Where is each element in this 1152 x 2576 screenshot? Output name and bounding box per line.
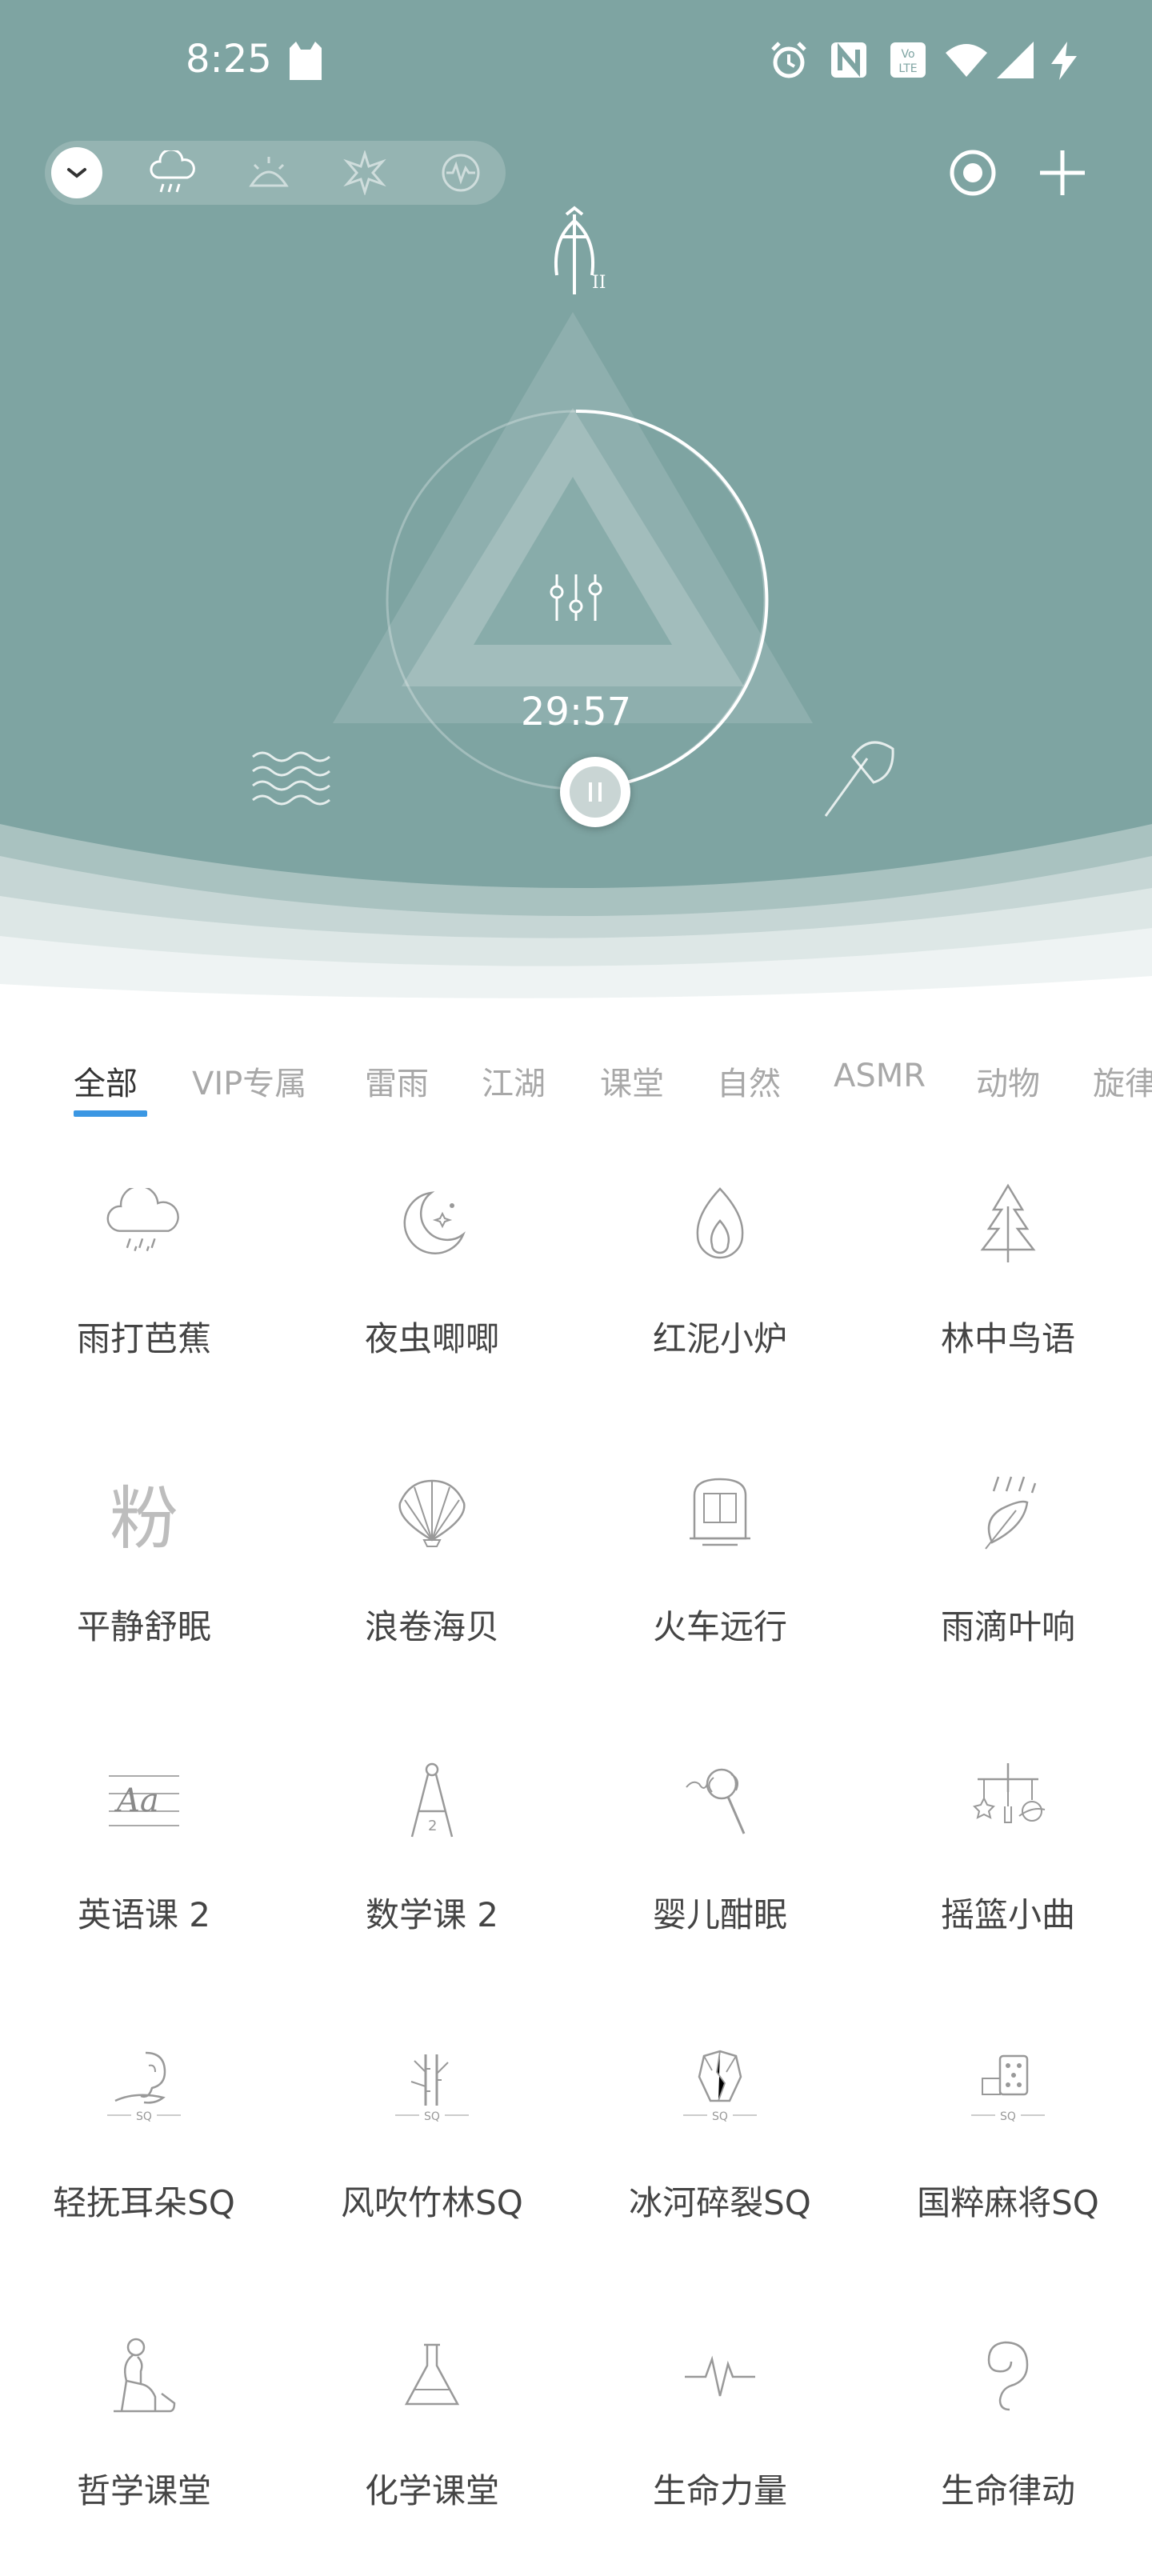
svg-text:Aa: Aa xyxy=(114,1782,159,1819)
sound-label: 风吹竹林SQ xyxy=(341,2183,523,2222)
fen-character-icon: 粉 xyxy=(110,1478,178,1559)
sound-label: 婴儿酣眠 xyxy=(652,1895,787,1934)
tab-classroom[interactable]: 课堂 xyxy=(600,1058,664,1104)
pause-icon xyxy=(570,766,621,818)
svg-text:SQ: SQ xyxy=(424,2110,440,2123)
sound-item[interactable]: 浪卷海贝 xyxy=(288,1424,576,1712)
tab-nature[interactable]: 自然 xyxy=(717,1058,781,1104)
rain-leaf-icon xyxy=(968,1472,1048,1552)
sound-item[interactable]: 雨打芭蕉 xyxy=(0,1136,288,1424)
pine-tree-icon xyxy=(968,1183,1048,1264)
sound-item[interactable]: 雨滴叶响 xyxy=(864,1424,1152,1712)
tab-vip[interactable]: VIP专属 xyxy=(192,1058,306,1104)
sound-item[interactable]: 林中鸟语 xyxy=(864,1136,1152,1424)
sound-item[interactable]: 化学课堂 xyxy=(288,2288,576,2576)
waves-icon xyxy=(252,751,330,806)
moon-stars-icon xyxy=(392,1184,472,1264)
embryo-icon xyxy=(968,2336,1048,2416)
sound-item[interactable]: 2 数学课 2 xyxy=(288,1712,576,2000)
svg-text:SQ: SQ xyxy=(1000,2110,1016,2123)
active-tab-indicator xyxy=(74,1110,147,1117)
sword-emblem-icon: II xyxy=(554,206,606,294)
svg-text:II: II xyxy=(592,273,606,293)
ear-hand-icon: SQ xyxy=(104,2048,184,2128)
sound-item[interactable]: 摇篮小曲 xyxy=(864,1712,1152,2000)
tab-all[interactable]: 全部 xyxy=(74,1058,138,1104)
flask-icon xyxy=(392,2336,472,2416)
mobile-toy-icon xyxy=(968,1760,1048,1840)
sound-label: 摇篮小曲 xyxy=(940,1895,1075,1934)
sound-item[interactable]: 火车远行 xyxy=(576,1424,864,1712)
tab-animals[interactable]: 动物 xyxy=(976,1058,1040,1104)
tab-asmr[interactable]: ASMR xyxy=(834,1058,926,1094)
sound-label: 哲学课堂 xyxy=(76,2471,211,2510)
sound-label: 平静舒眠 xyxy=(76,1607,211,1646)
remaining-time: 29:57 xyxy=(520,690,632,734)
player-visual: II xyxy=(0,206,1152,1024)
sound-label: 夜虫唧唧 xyxy=(364,1319,499,1358)
svg-text:2: 2 xyxy=(428,1818,437,1834)
sound-item[interactable]: 粉 平静舒眠 xyxy=(0,1424,288,1712)
pause-button[interactable] xyxy=(560,757,630,827)
svg-text:SQ: SQ xyxy=(712,2110,728,2123)
rattle-icon xyxy=(680,1760,760,1840)
mahjong-icon: SQ xyxy=(968,2048,1048,2128)
sound-label: 化学课堂 xyxy=(364,2471,499,2510)
sound-item[interactable]: 生命律动 xyxy=(864,2288,1152,2576)
compass-icon: 2 xyxy=(392,1760,472,1840)
flame-icon xyxy=(680,1184,760,1264)
sound-item[interactable]: 生命力量 xyxy=(576,2288,864,2576)
sound-label: 浪卷海贝 xyxy=(364,1607,499,1646)
sound-item[interactable]: 婴儿酣眠 xyxy=(576,1712,864,2000)
axe-icon xyxy=(824,741,894,817)
bamboo-icon: SQ xyxy=(392,2048,472,2128)
sound-item[interactable]: 哲学课堂 xyxy=(0,2288,288,2576)
sound-label: 生命力量 xyxy=(652,2471,787,2510)
sound-label: 雨滴叶响 xyxy=(940,1607,1075,1646)
tab-thunderstorm[interactable]: 雷雨 xyxy=(365,1058,429,1104)
seashell-icon xyxy=(392,1472,472,1552)
category-tabs: 全部 VIP专属 雷雨 江湖 课堂 自然 ASMR 动物 旋律 xyxy=(0,1040,1152,1128)
tab-jianghu[interactable]: 江湖 xyxy=(482,1058,546,1104)
rain-cloud-icon xyxy=(104,1184,184,1264)
svg-text:SQ: SQ xyxy=(136,2110,152,2123)
sound-label: 数学课 2 xyxy=(365,1895,499,1934)
sound-label: 雨打芭蕉 xyxy=(76,1319,211,1358)
sound-label: 轻抚耳朵SQ xyxy=(53,2183,235,2222)
sound-item[interactable]: Aa 英语课 2 xyxy=(0,1712,288,2000)
sound-item[interactable]: SQ 风吹竹林SQ xyxy=(288,2000,576,2288)
sound-label: 生命律动 xyxy=(940,2471,1075,2510)
sound-item[interactable]: 夜虫唧唧 xyxy=(288,1136,576,1424)
sound-label: 冰河碎裂SQ xyxy=(629,2183,811,2222)
train-icon xyxy=(680,1472,760,1552)
player-hero: 8:25 Vo LTE II 29:57 xyxy=(0,0,1152,1024)
english-lesson-icon: Aa xyxy=(104,1760,184,1840)
sound-item[interactable]: SQ 轻抚耳朵SQ xyxy=(0,2000,288,2288)
sound-item[interactable]: 红泥小炉 xyxy=(576,1136,864,1424)
glacier-icon: SQ xyxy=(680,2048,760,2128)
thinker-icon xyxy=(104,2336,184,2416)
sound-item[interactable]: SQ 冰河碎裂SQ xyxy=(576,2000,864,2288)
tab-melody[interactable]: 旋律 xyxy=(1093,1058,1152,1104)
sound-label: 国粹麻将SQ xyxy=(917,2183,1099,2222)
sound-label: 火车远行 xyxy=(652,1607,787,1646)
sound-label: 英语课 2 xyxy=(77,1895,211,1934)
sound-item[interactable]: SQ 国粹麻将SQ xyxy=(864,2000,1152,2288)
sound-label: 林中鸟语 xyxy=(940,1319,1075,1358)
sound-label: 红泥小炉 xyxy=(652,1319,787,1358)
heartbeat-icon xyxy=(680,2336,760,2416)
